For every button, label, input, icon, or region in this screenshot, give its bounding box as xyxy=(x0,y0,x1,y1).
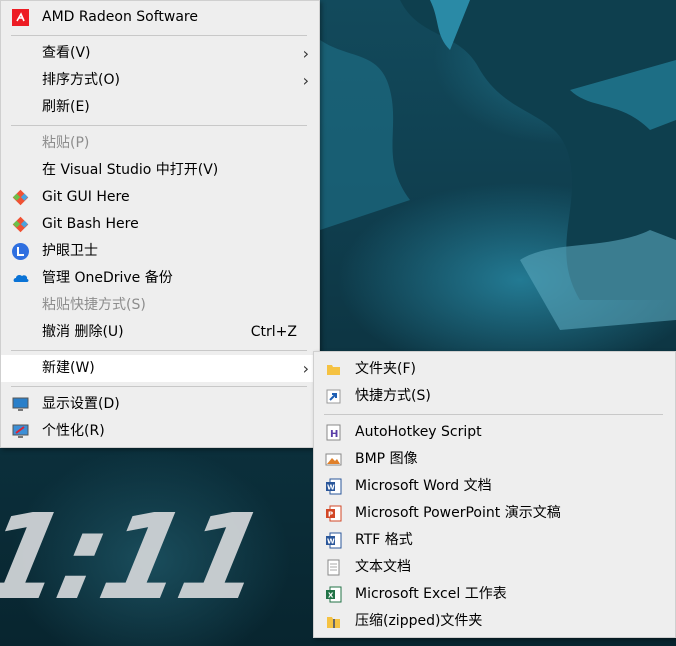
chevron-right-icon: › xyxy=(302,359,309,378)
submenu-item-rtf-document[interactable]: W RTF 格式 xyxy=(314,527,675,554)
menu-item-undo-delete[interactable]: 撤消 删除(U) Ctrl+Z xyxy=(1,319,319,346)
menu-item-eye-guard[interactable]: 护眼卫士 xyxy=(1,238,319,265)
submenu-item-shortcut[interactable]: 快捷方式(S) xyxy=(314,383,675,410)
submenu-item-word-document[interactable]: W Microsoft Word 文档 xyxy=(314,473,675,500)
chevron-right-icon: › xyxy=(302,71,309,90)
menu-item-label: 撤消 删除(U) xyxy=(42,324,124,340)
menu-item-onedrive-backup[interactable]: 管理 OneDrive 备份 xyxy=(1,265,319,292)
monitor-icon xyxy=(12,397,29,411)
menu-item-label: 文本文档 xyxy=(355,559,411,575)
menu-item-label: 在 Visual Studio 中打开(V) xyxy=(42,162,219,178)
menu-item-label: 个性化(R) xyxy=(42,423,105,439)
svg-text:W: W xyxy=(327,538,335,546)
menu-item-label: Microsoft Excel 工作表 xyxy=(355,586,507,602)
menu-item-label: 管理 OneDrive 备份 xyxy=(42,270,173,286)
desktop-clock-art: 1:11 xyxy=(0,488,275,626)
submenu-item-autohotkey-script[interactable]: H AutoHotkey Script xyxy=(314,419,675,446)
menu-item-git-gui[interactable]: Git GUI Here xyxy=(1,184,319,211)
rtf-document-icon: W xyxy=(326,532,342,549)
submenu-item-powerpoint-presentation[interactable]: P Microsoft PowerPoint 演示文稿 xyxy=(314,500,675,527)
onedrive-cloud-icon xyxy=(13,274,29,282)
svg-text:W: W xyxy=(327,484,335,492)
git-icon xyxy=(12,189,29,206)
git-icon xyxy=(12,216,29,233)
desktop-context-menu: AMD Radeon Software 查看(V) › 排序方式(O) › 刷新… xyxy=(0,0,320,448)
svg-text:H: H xyxy=(330,429,338,440)
menu-item-label: 新建(W) xyxy=(42,360,95,376)
menu-separator xyxy=(11,125,307,126)
menu-item-git-bash[interactable]: Git Bash Here xyxy=(1,211,319,238)
menu-item-label: Microsoft Word 文档 xyxy=(355,478,492,494)
word-document-icon: W xyxy=(326,478,342,495)
svg-text:P: P xyxy=(328,511,333,519)
svg-text:X: X xyxy=(328,592,334,600)
menu-item-label: AutoHotkey Script xyxy=(355,424,482,440)
menu-item-amd-radeon[interactable]: AMD Radeon Software xyxy=(1,4,319,31)
menu-item-paste-shortcut[interactable]: 粘贴快捷方式(S) xyxy=(1,292,319,319)
menu-separator xyxy=(11,350,307,351)
menu-item-label: BMP 图像 xyxy=(355,451,418,467)
menu-item-paste[interactable]: 粘贴(P) xyxy=(1,130,319,157)
shortcut-arrow-icon xyxy=(326,389,341,404)
amd-radeon-icon xyxy=(12,9,29,26)
menu-item-label: AMD Radeon Software xyxy=(42,9,198,25)
menu-item-label: 排序方式(O) xyxy=(42,72,120,88)
menu-item-label: 粘贴(P) xyxy=(42,135,90,151)
menu-item-label: 显示设置(D) xyxy=(42,396,120,412)
menu-item-new[interactable]: 新建(W) › xyxy=(1,355,319,382)
menu-item-label: Git Bash Here xyxy=(42,216,139,232)
menu-item-label: 压缩(zipped)文件夹 xyxy=(355,613,483,629)
chevron-right-icon: › xyxy=(302,44,309,63)
submenu-item-text-document[interactable]: 文本文档 xyxy=(314,554,675,581)
menu-separator xyxy=(324,414,663,415)
menu-item-open-in-visual-studio[interactable]: 在 Visual Studio 中打开(V) xyxy=(1,157,319,184)
menu-item-label: RTF 格式 xyxy=(355,532,413,548)
menu-separator xyxy=(11,386,307,387)
wallpaper-cave-art xyxy=(320,0,676,330)
new-submenu: 文件夹(F) 快捷方式(S) H AutoHotkey Script BMP 图… xyxy=(313,351,676,638)
menu-item-label: Git GUI Here xyxy=(42,189,130,205)
folder-icon xyxy=(327,365,340,375)
menu-item-label: 快捷方式(S) xyxy=(355,388,431,404)
menu-item-view[interactable]: 查看(V) › xyxy=(1,40,319,67)
menu-item-refresh[interactable]: 刷新(E) xyxy=(1,94,319,121)
text-document-icon xyxy=(327,559,340,576)
menu-item-sort-by[interactable]: 排序方式(O) › xyxy=(1,67,319,94)
autohotkey-file-icon: H xyxy=(326,424,341,441)
personalize-icon xyxy=(12,424,29,438)
menu-item-label: Microsoft PowerPoint 演示文稿 xyxy=(355,505,561,521)
eye-guard-icon xyxy=(12,243,29,260)
menu-item-label: 刷新(E) xyxy=(42,99,90,115)
submenu-item-zipped-folder[interactable]: 压缩(zipped)文件夹 xyxy=(314,608,675,635)
menu-item-display-settings[interactable]: 显示设置(D) xyxy=(1,391,319,418)
submenu-item-bmp-image[interactable]: BMP 图像 xyxy=(314,446,675,473)
menu-separator xyxy=(11,35,307,36)
bmp-image-icon xyxy=(325,453,342,466)
keyboard-shortcut: Ctrl+Z xyxy=(250,324,297,340)
powerpoint-icon: P xyxy=(326,505,342,522)
excel-icon: X xyxy=(326,586,342,603)
submenu-item-folder[interactable]: 文件夹(F) xyxy=(314,356,675,383)
menu-item-personalize[interactable]: 个性化(R) xyxy=(1,418,319,445)
zip-folder-icon xyxy=(327,617,340,628)
menu-item-label: 护眼卫士 xyxy=(42,243,98,259)
menu-item-label: 查看(V) xyxy=(42,45,91,61)
menu-item-label: 文件夹(F) xyxy=(355,361,416,377)
menu-item-label: 粘贴快捷方式(S) xyxy=(42,297,146,313)
submenu-item-excel-worksheet[interactable]: X Microsoft Excel 工作表 xyxy=(314,581,675,608)
